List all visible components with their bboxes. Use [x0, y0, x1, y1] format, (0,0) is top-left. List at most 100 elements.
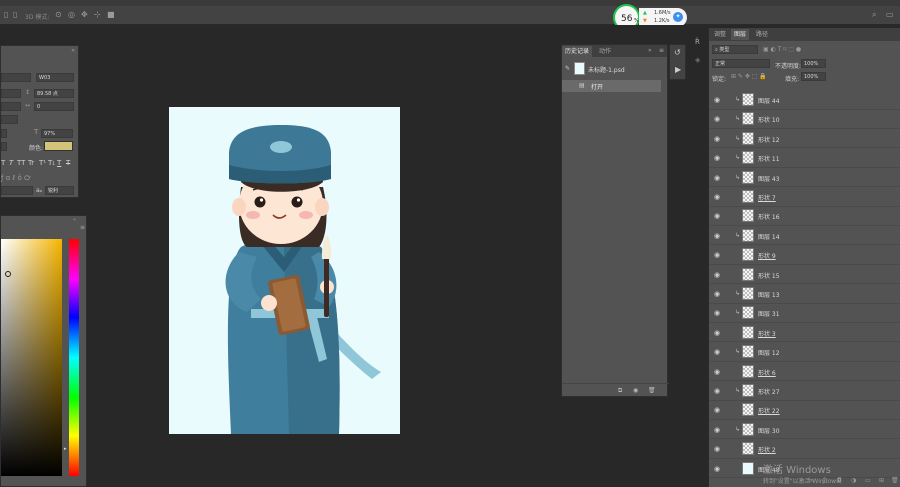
visibility-eye-icon[interactable]: ◉ [714, 271, 720, 279]
font-style-field[interactable]: W03 [36, 73, 74, 82]
kerning-field[interactable] [1, 102, 21, 111]
layer-row[interactable]: ◉ 形状 6 [709, 362, 900, 382]
history-snapshot[interactable]: ✎ 未标题-1.psd [562, 59, 669, 77]
document-canvas[interactable] [169, 107, 400, 434]
new-document-from-state-icon[interactable]: ⧉ [618, 387, 622, 395]
visibility-eye-icon[interactable]: ◉ [714, 329, 720, 337]
visibility-eye-icon[interactable]: ◉ [714, 426, 720, 434]
hue-slider-arrow-icon[interactable]: ▸ [64, 446, 67, 452]
tab-adjustments[interactable]: 调整 [711, 29, 729, 40]
typo-button-strikethrough[interactable]: T [66, 159, 70, 167]
layer-row[interactable]: ◉ 形状 15 [709, 265, 900, 285]
visibility-eye-icon[interactable]: ◉ [714, 309, 720, 317]
visibility-eye-icon[interactable]: ◉ [714, 174, 720, 182]
search-icon[interactable]: ⌕ [872, 10, 876, 20]
tab-history[interactable]: 历史记录 [562, 46, 593, 57]
layer-row[interactable]: ◉ ↳ 形状 11 [709, 148, 900, 168]
visibility-eye-icon[interactable]: ◉ [714, 232, 720, 240]
layer-row[interactable]: ◉ ↳ 图层 13 [709, 284, 900, 304]
camera-icon[interactable]: ◉ [633, 387, 638, 394]
visibility-eye-icon[interactable]: ◉ [714, 387, 720, 395]
baseline-shift-field[interactable] [1, 142, 7, 151]
layer-row[interactable]: ◉ ↳ 图层 14 [709, 226, 900, 246]
layer-row[interactable]: ◉ ↳ 图层 44 [709, 90, 900, 110]
workspace-icon[interactable]: ▭ [886, 10, 894, 20]
color-panel-menu-icon[interactable]: ≡ [80, 224, 85, 231]
distribute-icon[interactable]: ▯ [13, 10, 17, 20]
tab-layers[interactable]: 图层 [731, 29, 750, 40]
layer-row[interactable]: ◉ 形状 16 [709, 206, 900, 226]
layer-row[interactable]: ◉ 形状 3 [709, 323, 900, 343]
visibility-eye-icon[interactable]: ◉ [714, 445, 720, 453]
leading-field[interactable]: 89.58 点 [34, 89, 74, 98]
scale-icon[interactable]: ■ [107, 10, 115, 20]
layer-row[interactable]: ◉ ↳ 图层 31 [709, 303, 900, 323]
typo-button-subscript[interactable]: T₁ [48, 159, 55, 167]
roll-icon[interactable]: ◎ [68, 10, 75, 20]
typo-button-superscript[interactable]: T¹ [39, 159, 46, 167]
language-field[interactable] [1, 186, 33, 195]
rocket-icon[interactable]: ✦ [673, 12, 683, 22]
typo-button-all-caps[interactable]: TT [17, 159, 25, 167]
ligature-icons[interactable]: ƒ ɑ ℓ ǒ ℺ [1, 173, 30, 183]
filter-kind-select[interactable]: ⌕ 类型 [712, 45, 758, 54]
layer-row[interactable]: ◉ ↳ 形状 12 [709, 129, 900, 149]
glyph-strip-icon[interactable]: Ȑ [695, 38, 700, 46]
layer-row[interactable]: ◉ ↳ 形状 10 [709, 109, 900, 129]
history-item-open[interactable]: ▤ 打开 [562, 80, 661, 92]
history-expand-icon[interactable]: » [648, 47, 652, 54]
layer-row[interactable]: ◉ 形状 2 [709, 439, 900, 459]
font-size-field[interactable] [1, 89, 21, 98]
layer-row[interactable]: ◉ 形状 9 [709, 245, 900, 265]
tab-actions[interactable]: 动作 [596, 46, 614, 57]
hue-slider[interactable] [69, 239, 79, 476]
fill-field[interactable]: 100% [801, 72, 826, 81]
layer-row[interactable]: ◉ ↳ 图层 12 [709, 342, 900, 362]
history-strip-icon[interactable]: ↺ [674, 48, 681, 57]
visibility-eye-icon[interactable]: ◉ [714, 465, 720, 473]
visibility-eye-icon[interactable]: ◉ [714, 154, 720, 162]
layer-row[interactable]: ◉ ↳ 形状 27 [709, 381, 900, 401]
visibility-eye-icon[interactable]: ◉ [714, 212, 720, 220]
baseline-field[interactable] [1, 115, 18, 124]
play-action-icon[interactable]: ▶ [675, 65, 681, 74]
tracking-field[interactable]: 0 [34, 102, 74, 111]
typo-button-faux-bold[interactable]: T [1, 159, 5, 167]
typo-button-faux-italic[interactable]: T [9, 159, 13, 167]
opacity-field[interactable]: 100% [801, 59, 826, 68]
filter-icons[interactable]: ▣ ◐ T ⌑ ⬚ ● [763, 45, 801, 55]
color-picker-cursor[interactable] [5, 271, 11, 277]
visibility-eye-icon[interactable]: ◉ [714, 96, 720, 104]
layer-row[interactable]: ◉ ↳ 图层 30 [709, 420, 900, 440]
visibility-eye-icon[interactable]: ◉ [714, 115, 720, 123]
visibility-eye-icon[interactable]: ◉ [714, 193, 720, 201]
font-family-field[interactable] [1, 73, 31, 82]
slide-icon[interactable]: ⊹ [94, 10, 101, 20]
orbit-icon[interactable]: ⊙ [55, 10, 62, 20]
vertical-scale-field[interactable] [1, 129, 7, 138]
visibility-eye-icon[interactable]: ◉ [714, 290, 720, 298]
layer-row[interactable]: ◉ 形状 7 [709, 187, 900, 207]
color-field[interactable] [1, 239, 62, 476]
trash-icon[interactable]: 🗑 [648, 387, 656, 394]
antialias-field[interactable]: 锐利 [45, 186, 74, 195]
lock-icons[interactable]: ⊞ ✎ ✥ ⬚ 🔒 [731, 72, 767, 82]
typo-button-small-caps[interactable]: Tr [28, 159, 34, 167]
visibility-eye-icon[interactable]: ◉ [714, 368, 720, 376]
layer-row[interactable]: ◉ 形状 22 [709, 400, 900, 420]
visibility-eye-icon[interactable]: ◉ [714, 406, 720, 414]
history-menu-icon[interactable]: ≡ [659, 47, 664, 54]
visibility-eye-icon[interactable]: ◉ [714, 348, 720, 356]
tab-paths[interactable]: 路径 [753, 29, 771, 40]
scale-field[interactable]: 97% [41, 129, 73, 138]
panel-close-icon[interactable]: ✕ [71, 48, 75, 54]
color-panel-collapse-icon[interactable]: « [73, 217, 76, 223]
blend-mode-select[interactable]: 正常 [712, 59, 770, 68]
visibility-eye-icon[interactable]: ◉ [714, 135, 720, 143]
pan-icon[interactable]: ✥ [81, 10, 88, 20]
layer-row[interactable]: ◉ ↳ 图层 43 [709, 168, 900, 188]
properties-strip-icon[interactable]: ◈ [695, 56, 700, 64]
visibility-eye-icon[interactable]: ◉ [714, 251, 720, 259]
align-icon[interactable]: ▯ [4, 10, 8, 20]
typo-button-underline[interactable]: T [57, 159, 61, 167]
